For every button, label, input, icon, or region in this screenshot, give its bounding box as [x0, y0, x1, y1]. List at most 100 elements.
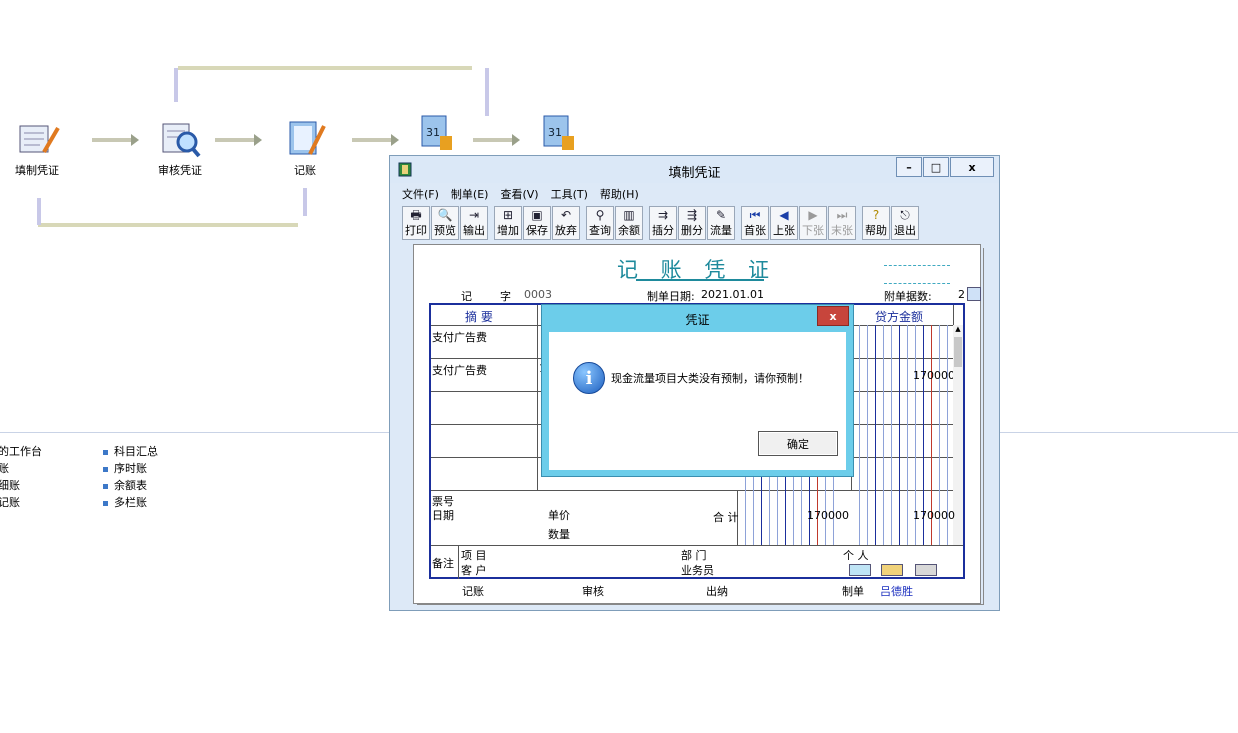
printer-icon: 🖶 — [410, 208, 422, 222]
row-2-credit[interactable]: 170000 — [913, 369, 955, 382]
flow-loop-bottom-left — [37, 198, 41, 225]
bullet-icon — [103, 483, 108, 489]
next-button[interactable]: ▶ 下张 — [799, 206, 827, 240]
document-pen-icon — [14, 118, 60, 160]
maker-label: 制单 — [842, 585, 864, 598]
ledger-pen-icon — [282, 118, 328, 160]
salesman-card-icon[interactable] — [881, 564, 903, 576]
discard-button[interactable]: ↶ 放弃 — [552, 206, 580, 240]
delete-entry-button[interactable]: ⇶ 删分 — [678, 206, 706, 240]
ok-button[interactable]: 确定 — [758, 431, 838, 456]
close-button[interactable]: x — [950, 157, 994, 177]
maker-name: 吕德胜 — [880, 585, 913, 598]
prev-button[interactable]: ◀ 上张 — [770, 206, 798, 240]
help-button[interactable]: ? 帮助 — [862, 206, 890, 240]
person-card-icon[interactable] — [915, 564, 937, 576]
link-detail-ledger[interactable]: 细账 — [0, 477, 42, 494]
add-button[interactable]: ⊞ 增加 — [494, 206, 522, 240]
next-icon: ▶ — [808, 208, 818, 222]
menu-make[interactable]: 制单(E) — [451, 186, 489, 202]
attach-label: 附单据数: — [884, 290, 932, 303]
salesman-label[interactable]: 业务员 — [681, 562, 714, 578]
maximize-button[interactable]: □ — [923, 157, 949, 177]
button-label: 保存 — [526, 224, 548, 237]
link-multi-column-ledger[interactable]: 多栏账 — [103, 494, 158, 511]
preview-icon: 🔍 — [437, 208, 453, 222]
price-label: 单价 — [548, 509, 570, 522]
remarks-label: 备注 — [432, 557, 454, 570]
voucher-date[interactable]: 2021.01.01 — [701, 288, 764, 301]
project-label[interactable]: 项 目 — [461, 547, 487, 563]
flow-node-calendar-2[interactable]: 31 — [522, 112, 592, 154]
total-credit: 170000 — [913, 509, 955, 522]
prev-icon: ◀ — [779, 208, 789, 222]
voucher-number[interactable]: 0003 — [524, 288, 552, 301]
row-2-summary[interactable]: 支付广告费 — [432, 362, 487, 378]
button-label: 删分 — [681, 224, 703, 237]
dialog-close-button[interactable]: x — [817, 306, 849, 326]
person-label[interactable]: 个 人 — [843, 547, 869, 563]
bullet-icon — [103, 449, 108, 455]
menu-tools[interactable]: 工具(T) — [551, 186, 588, 202]
button-label: 下张 — [802, 224, 824, 237]
customer-label[interactable]: 客 户 — [461, 562, 487, 578]
exit-icon: ⎋ — [900, 208, 910, 222]
total-label: 合 计 — [713, 511, 739, 524]
link-journal[interactable]: 记账 — [0, 494, 42, 511]
add-icon: ⊞ — [502, 208, 514, 222]
print-button[interactable]: 🖶 打印 — [402, 206, 430, 240]
balance-button[interactable]: ▥ 余额 — [615, 206, 643, 240]
link-balance-sheet[interactable]: 余额表 — [103, 477, 158, 494]
flow-node-fill-voucher[interactable]: 填制凭证 — [2, 118, 72, 178]
button-label: 流量 — [710, 224, 732, 237]
flow-node-calendar-1[interactable]: 31 — [400, 112, 470, 154]
first-icon: ⏮ — [749, 208, 761, 222]
link-label: 科目汇总 — [114, 445, 158, 458]
voucher-type[interactable]: 记 — [461, 288, 472, 304]
link-ledger[interactable]: 账 — [0, 460, 42, 477]
svg-text:31: 31 — [548, 126, 562, 139]
flow-arrow — [92, 134, 139, 146]
bar-chart-icon: ▥ — [623, 208, 635, 222]
menu-help[interactable]: 帮助(H) — [600, 186, 639, 202]
quick-links-col1: 的工作台 账 细账 记账 — [0, 443, 42, 511]
button-label: 放弃 — [555, 224, 577, 237]
menu-file[interactable]: 文件(F) — [402, 186, 439, 202]
flow-node-label: 填制凭证 — [15, 164, 59, 177]
customer-card-icon[interactable] — [849, 564, 871, 576]
attach-count[interactable]: 2 — [958, 288, 965, 301]
flow-arrow — [473, 134, 520, 146]
preview-button[interactable]: 🔍 预览 — [431, 206, 459, 240]
separator-line — [1000, 432, 1238, 433]
link-workbench[interactable]: 的工作台 — [0, 443, 42, 460]
exit-button[interactable]: ⎋ 退出 — [891, 206, 919, 240]
minimize-button[interactable]: – — [896, 157, 922, 177]
first-button[interactable]: ⏮ 首张 — [741, 206, 769, 240]
flow-icon: ✎ — [715, 208, 727, 222]
scroll-thumb[interactable] — [954, 337, 962, 367]
dialog-message: 现金流量项目大类没有预制，请你预制！ — [611, 372, 809, 385]
flow-node-audit-voucher[interactable]: 审核凭证 — [145, 118, 215, 178]
voucher-zi: 字 — [500, 290, 511, 303]
binoculars-icon: ⚲ — [595, 208, 605, 222]
query-button[interactable]: ⚲ 查询 — [586, 206, 614, 240]
menu-view[interactable]: 查看(V) — [500, 186, 538, 202]
button-label: 末张 — [831, 224, 853, 237]
flow-node-post[interactable]: 记账 — [270, 118, 340, 178]
dialog-title: 凭证 — [685, 313, 710, 327]
flow-loop-left — [174, 68, 178, 102]
export-button[interactable]: ⇥ 输出 — [460, 206, 488, 240]
link-account-summary[interactable]: 科目汇总 — [103, 443, 158, 460]
insert-entry-button[interactable]: ⇉ 插分 — [649, 206, 677, 240]
last-icon: ⏭ — [836, 208, 848, 222]
dept-label[interactable]: 部 门 — [681, 547, 707, 563]
link-chronological-ledger[interactable]: 序时账 — [103, 460, 158, 477]
scroll-up-icon[interactable]: ▲ — [953, 325, 963, 335]
cash-flow-button[interactable]: ✎ 流量 — [707, 206, 735, 240]
last-button[interactable]: ⏭ 末张 — [828, 206, 856, 240]
save-button[interactable]: ▣ 保存 — [523, 206, 551, 240]
row-1-summary[interactable]: 支付广告费 — [432, 329, 487, 345]
flow-loop-bottom-right — [303, 188, 307, 216]
attach-search-icon[interactable] — [967, 287, 981, 301]
window-titlebar[interactable]: 填制凭证 – □ x — [390, 156, 999, 183]
